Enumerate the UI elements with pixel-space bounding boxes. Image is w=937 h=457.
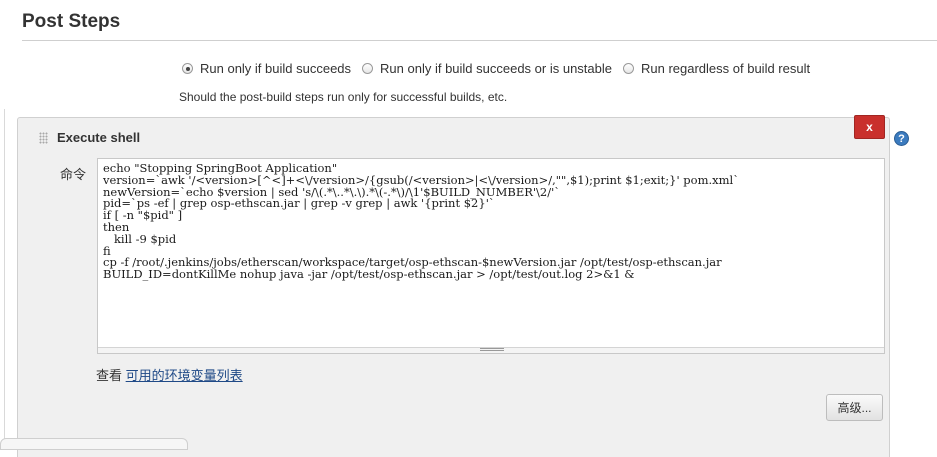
textarea-resize-handle[interactable]: [98, 347, 884, 353]
title-divider: [22, 40, 937, 41]
section-left-border: [4, 109, 5, 444]
page-title: Post Steps: [22, 11, 121, 32]
radio-icon[interactable]: [362, 63, 374, 74]
resize-grip-icon[interactable]: [480, 348, 504, 351]
command-textarea[interactable]: echo "Stopping SpringBoot Application" v…: [97, 158, 885, 354]
radio-icon[interactable]: [623, 63, 634, 74]
delete-step-button[interactable]: x: [854, 115, 885, 139]
script-line: kill -9 $pid: [103, 231, 177, 246]
drag-handle-icon[interactable]: [39, 132, 48, 144]
post-steps-help-text: Should the post-build steps run only for…: [179, 90, 508, 104]
next-section-tab: [0, 438, 188, 450]
command-label: 命令: [60, 167, 87, 182]
script-content[interactable]: echo "Stopping SpringBoot Application" v…: [98, 159, 884, 285]
advanced-button[interactable]: 高级...: [826, 394, 883, 421]
help-icon[interactable]: ?: [894, 131, 909, 146]
env-vars-row: 查看 可用的环境变量列表: [96, 365, 243, 384]
script-line: BUILD_ID=dontKillMe nohup java -jar /opt…: [103, 267, 635, 282]
radio-icon[interactable]: [182, 63, 193, 74]
execute-shell-step: Execute shell x 命令 echo "Stopping Spring…: [17, 115, 890, 457]
radio-label: Run only if build succeeds or is unstabl…: [380, 61, 612, 76]
radio-option-succeeds[interactable]: Run only if build succeeds: [182, 61, 351, 76]
radio-label: Run regardless of build result: [641, 61, 811, 76]
radio-option-succeeds-or-unstable[interactable]: Run only if build succeeds or is unstabl…: [362, 61, 612, 76]
env-vars-link[interactable]: 可用的环境变量列表: [126, 368, 243, 383]
post-steps-condition: Run only if build succeeds Run only if b…: [182, 61, 821, 76]
step-title: Execute shell: [57, 130, 141, 145]
radio-option-regardless[interactable]: Run regardless of build result: [623, 61, 810, 76]
radio-label: Run only if build succeeds: [200, 61, 352, 76]
env-vars-prefix: 查看: [96, 368, 123, 383]
